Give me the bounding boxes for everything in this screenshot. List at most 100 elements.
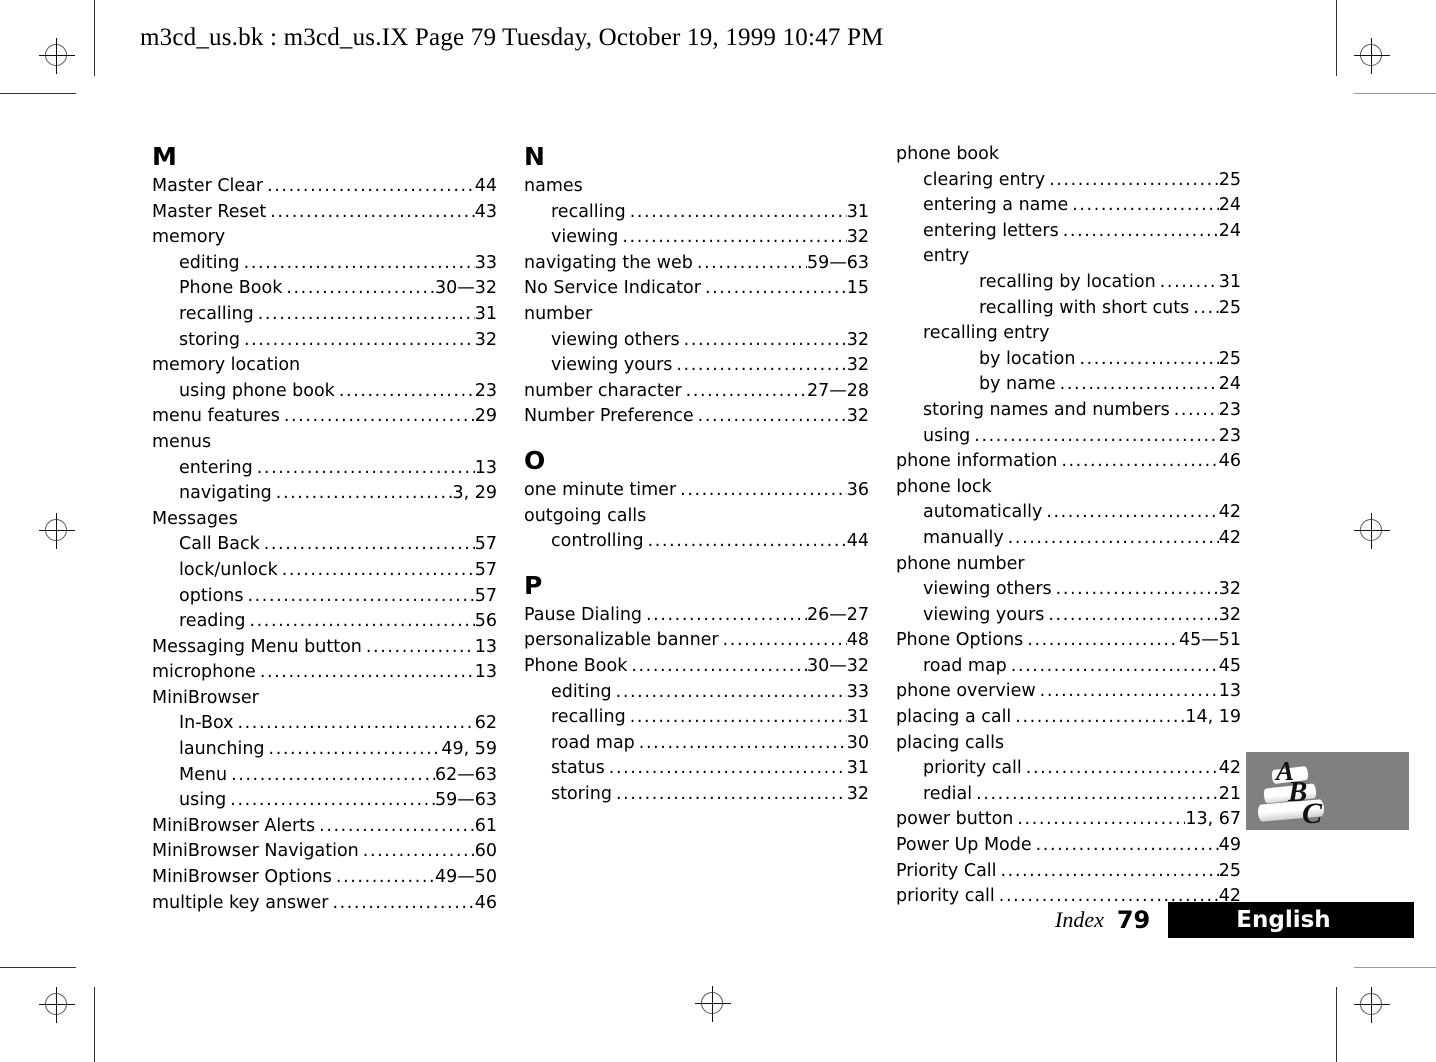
dot-leader (1011, 654, 1219, 680)
dot-leader (676, 353, 846, 379)
registration-mark-middle-right (1354, 513, 1390, 549)
dot-leader (639, 731, 847, 757)
index-entry-label: outgoing calls (524, 505, 647, 526)
index-entry-label: options (179, 585, 244, 606)
column-2: Nnames recalling 31 viewing 32 navigating the… (524, 142, 869, 916)
index-entry: Master Clear 44 (152, 174, 497, 200)
index-entry: controlling 44 (524, 529, 869, 555)
dot-leader (249, 609, 474, 635)
footer-index-label: Index (1055, 907, 1104, 932)
index-entry-label: Messaging Menu button (152, 636, 362, 657)
column-1: M Master Clear 44 Master Reset 43 memory editi… (152, 142, 497, 916)
index-entry-label: recalling (551, 201, 626, 222)
index-entry-label: using (923, 425, 971, 446)
index-entry: outgoing calls (524, 504, 869, 530)
index-entry-label: storing (179, 329, 240, 350)
dot-leader (705, 276, 847, 302)
index-entry: Messages (152, 507, 497, 533)
page-header-filename: m3cd_us.bk : m3cd_us.IX Page 79 Tuesday,… (140, 24, 884, 51)
index-entry-page: 59—63 (434, 790, 497, 811)
index-entry-label: viewing (551, 227, 619, 248)
index-entry: one minute timer 36 (524, 478, 869, 504)
dot-leader (1036, 833, 1219, 859)
index-entry: manually 42 (896, 526, 1241, 552)
dot-leader (630, 705, 847, 731)
index-entry-label: using phone book (179, 380, 335, 401)
index-entry-page: 62—63 (434, 764, 497, 785)
index-entry: Master Reset 43 (152, 200, 497, 226)
index-entry: using 59—63 (152, 788, 497, 814)
registration-mark-middle-left (39, 513, 75, 549)
index-entry-label: automatically (923, 502, 1043, 523)
footer-page-number: 79 (1116, 906, 1151, 934)
index-entry-page: 27—28 (806, 380, 869, 401)
index-entry-label: Phone Options (896, 630, 1024, 651)
index-entry-label: using (179, 790, 227, 811)
dot-leader (616, 680, 847, 706)
index-columns: M Master Clear 44 Master Reset 43 memory editi… (152, 142, 1242, 916)
index-entry-page: 32 (474, 329, 497, 350)
index-entry-page: 57 (474, 559, 497, 580)
index-entry: Pause Dialing 26—27 (524, 603, 869, 629)
index-entry-page: 32 (846, 406, 869, 427)
index-entry-page: 21 (1218, 783, 1241, 804)
index-entry-label: number character (524, 380, 682, 401)
registration-mark-top-right (1354, 38, 1390, 74)
index-entry: status 31 (524, 756, 869, 782)
index-entry-page: 49, 59 (441, 739, 497, 760)
index-entry-label: clearing entry (923, 169, 1046, 190)
page-footer: Index 79 English (1055, 902, 1415, 938)
index-entry-page: 33 (846, 681, 869, 702)
index-entry-page: 32 (846, 783, 869, 804)
index-entry-label: entering letters (923, 220, 1059, 241)
index-entry-page: 42 (1218, 527, 1241, 548)
index-entry-label: storing names and numbers (923, 399, 1170, 420)
dot-leader (1008, 526, 1219, 552)
index-entry-label: placing calls (896, 732, 1005, 753)
index-entry-label: Phone Book (179, 278, 283, 299)
index-entry: redial 21 (896, 782, 1241, 808)
index-entry-label: placing a call (896, 707, 1012, 728)
dot-leader (680, 478, 847, 504)
index-entry-label: recalling entry (923, 323, 1050, 344)
index-entry-page: 25 (1218, 348, 1241, 369)
index-entry-label: storing (551, 783, 612, 804)
index-entry-label: recalling (179, 303, 254, 324)
index-entry: Phone Book 30—32 (524, 654, 869, 680)
index-entry: by location 25 (896, 347, 1241, 373)
index-entry-page: 26—27 (806, 604, 869, 625)
index-entry-page: 31 (1218, 271, 1241, 292)
index-entry: Phone Book 30—32 (152, 276, 497, 302)
dot-leader (1056, 577, 1219, 603)
registration-mark-bottom-center (695, 986, 731, 1022)
index-entry-page: 45—51 (1178, 630, 1241, 651)
index-entry: number (524, 302, 869, 328)
index-entry-label: Phone Book (524, 655, 628, 676)
index-entry: viewing others 32 (896, 577, 1241, 603)
dot-leader (339, 379, 475, 405)
index-entry: storing 32 (152, 328, 497, 354)
index-entry-page: 33 (474, 252, 497, 273)
dot-leader (284, 404, 475, 430)
dot-leader (260, 660, 475, 686)
crop-line-bottom-right-vertical (1336, 987, 1337, 1062)
index-entry-label: phone information (896, 451, 1058, 472)
index-entry-page: 3, 29 (452, 483, 497, 504)
letter-heading-n: N (524, 142, 545, 171)
index-entry-page: 13 (1218, 681, 1241, 702)
crop-line-top-left-horizontal (0, 93, 76, 94)
index-entry-label: editing (179, 252, 240, 273)
index-entry-label: entering a name (923, 195, 1069, 216)
index-entry-label: manually (923, 527, 1004, 548)
index-entry: menu features 29 (152, 404, 497, 430)
index-entry-label: reading (179, 611, 246, 632)
index-entry-label: memory (152, 227, 226, 248)
index-entry: using 23 (896, 424, 1241, 450)
index-entry-page: 49—50 (434, 867, 497, 888)
abc-logo-box: C B A (1246, 752, 1409, 830)
index-entry: No Service Indicator 15 (524, 276, 869, 302)
index-entry: viewing yours 32 (896, 603, 1241, 629)
index-entry-page: 43 (474, 201, 497, 222)
dot-leader (244, 251, 475, 277)
index-entry: MiniBrowser Navigation 60 (152, 839, 497, 865)
